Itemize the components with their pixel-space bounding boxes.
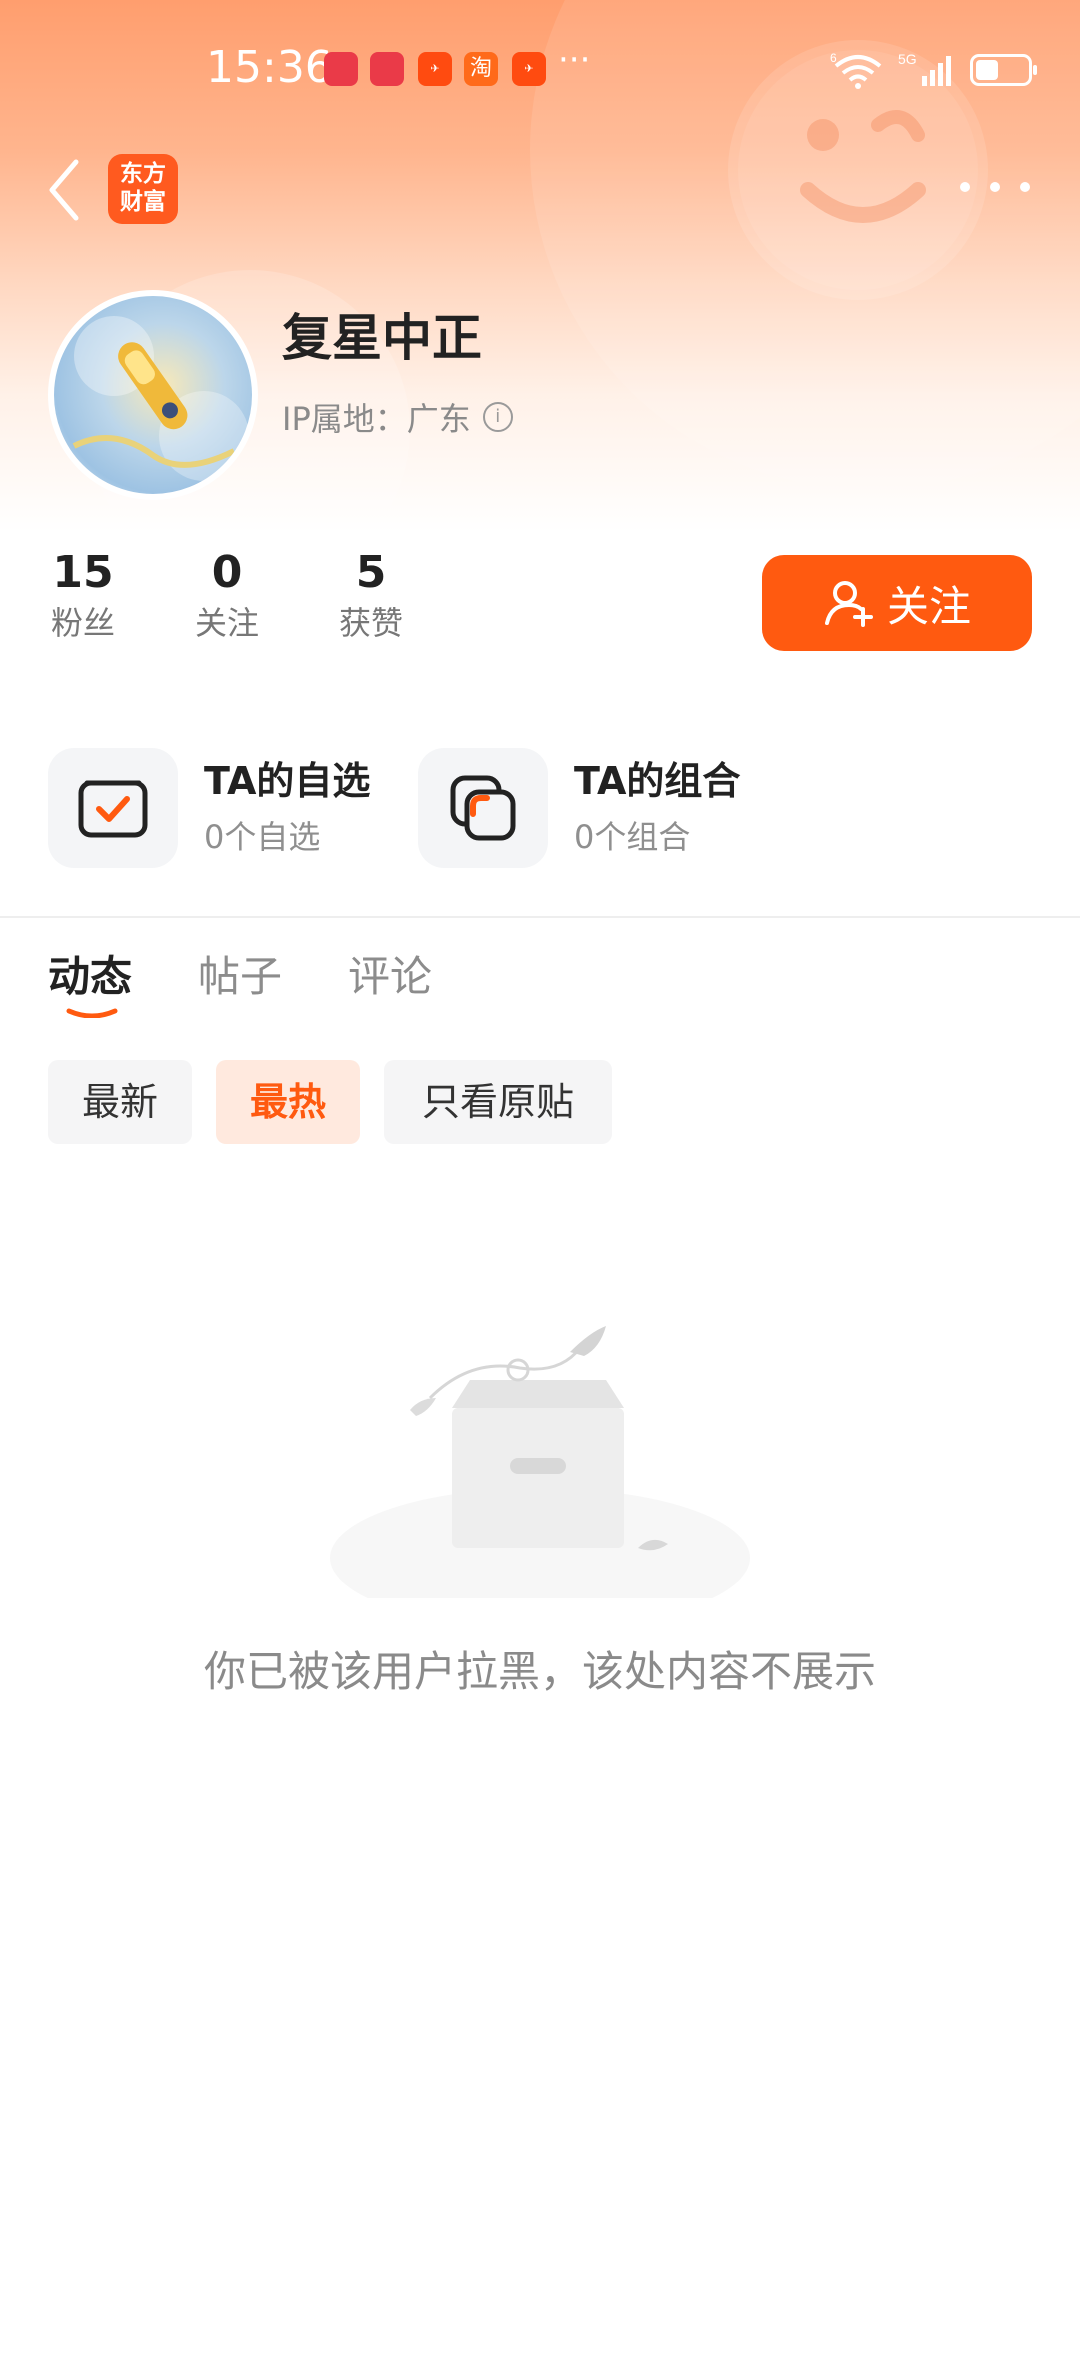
huawei-app-icon (324, 52, 358, 86)
stat-following[interactable]: 0 关注 (172, 545, 282, 645)
stat-label: 粉丝 (50, 604, 115, 642)
more-options-button[interactable] (960, 175, 1030, 199)
status-right: 6 5G (830, 48, 1037, 92)
follow-button[interactable]: 关注 (762, 555, 1032, 651)
watchlist-icon (48, 748, 178, 868)
battery-icon (970, 54, 1037, 86)
filter-original-only[interactable]: 只看原贴 (384, 1060, 612, 1144)
taobao-app-icon: 淘 (464, 52, 498, 86)
stat-value: 15 (52, 547, 114, 598)
plane-app-icon: ✈ (418, 52, 452, 86)
feature-title: TA的自选 (204, 759, 371, 803)
feature-subtitle: 0个组合 (574, 818, 691, 856)
avatar-illustration (72, 316, 249, 481)
feature-portfolio[interactable]: TA的组合 0个组合 (418, 748, 740, 868)
more-notifications-icon: ··· (558, 40, 591, 80)
feature-watchlist[interactable]: TA的自选 0个自选 (48, 748, 370, 868)
active-tab-indicator (66, 1008, 118, 1018)
info-icon[interactable]: i (482, 402, 513, 432)
divider (0, 916, 1080, 918)
back-button[interactable] (40, 150, 90, 230)
status-time: 15:36 (206, 42, 333, 93)
filter-latest[interactable]: 最新 (48, 1060, 192, 1144)
logo-line-1: 东方 (120, 161, 166, 187)
app-logo[interactable]: 东方 财富 (108, 154, 178, 224)
signal-icon: 5G (898, 51, 951, 86)
ip-location: IP属地：广东 i (282, 394, 513, 440)
feature-subtitle: 0个自选 (204, 818, 321, 856)
svg-text:5G: 5G (898, 51, 917, 67)
avatar[interactable] (48, 290, 258, 500)
dot-icon (990, 182, 1000, 192)
tab-comments[interactable]: 评论 (348, 943, 432, 1004)
svg-text:6: 6 (830, 51, 837, 65)
portfolio-icon (418, 748, 548, 868)
add-user-icon (824, 581, 873, 627)
status-bar: 15:36 ✈ 淘 ✈ ··· 6 5G (0, 28, 1080, 108)
feature-title: TA的组合 (574, 759, 741, 803)
huawei-app-icon (370, 52, 404, 86)
empty-box-illustration (320, 1298, 760, 1628)
stat-value: 5 (355, 547, 387, 598)
logo-line-2: 财富 (120, 189, 166, 215)
tab-dynamics[interactable]: 动态 (48, 943, 132, 1004)
wifi-icon: 6 (830, 51, 882, 89)
chevron-left-icon (49, 159, 79, 221)
stat-fans[interactable]: 15 粉丝 (28, 545, 138, 645)
follow-label: 关注 (886, 581, 971, 631)
username: 复星中正 (282, 309, 482, 367)
ip-location-text: IP属地：广东 (282, 400, 471, 438)
stat-label: 获赞 (338, 604, 403, 642)
plane-app-icon: ✈ (512, 52, 546, 86)
dot-icon (1020, 182, 1030, 192)
tab-posts[interactable]: 帖子 (198, 943, 282, 1004)
filter-hottest[interactable]: 最热 (216, 1060, 360, 1144)
blocked-message: 你已被该用户拉黑，该处内容不展示 (203, 1647, 876, 1696)
dot-icon (960, 182, 970, 192)
stat-likes: 5 获赞 (316, 545, 426, 645)
content-card: TA的自选 0个自选 TA的组合 0个组合 动态 帖子 评论 最新 最热 只看原… (0, 698, 1080, 2376)
stat-value: 0 (211, 547, 243, 598)
stat-label: 关注 (194, 604, 259, 642)
